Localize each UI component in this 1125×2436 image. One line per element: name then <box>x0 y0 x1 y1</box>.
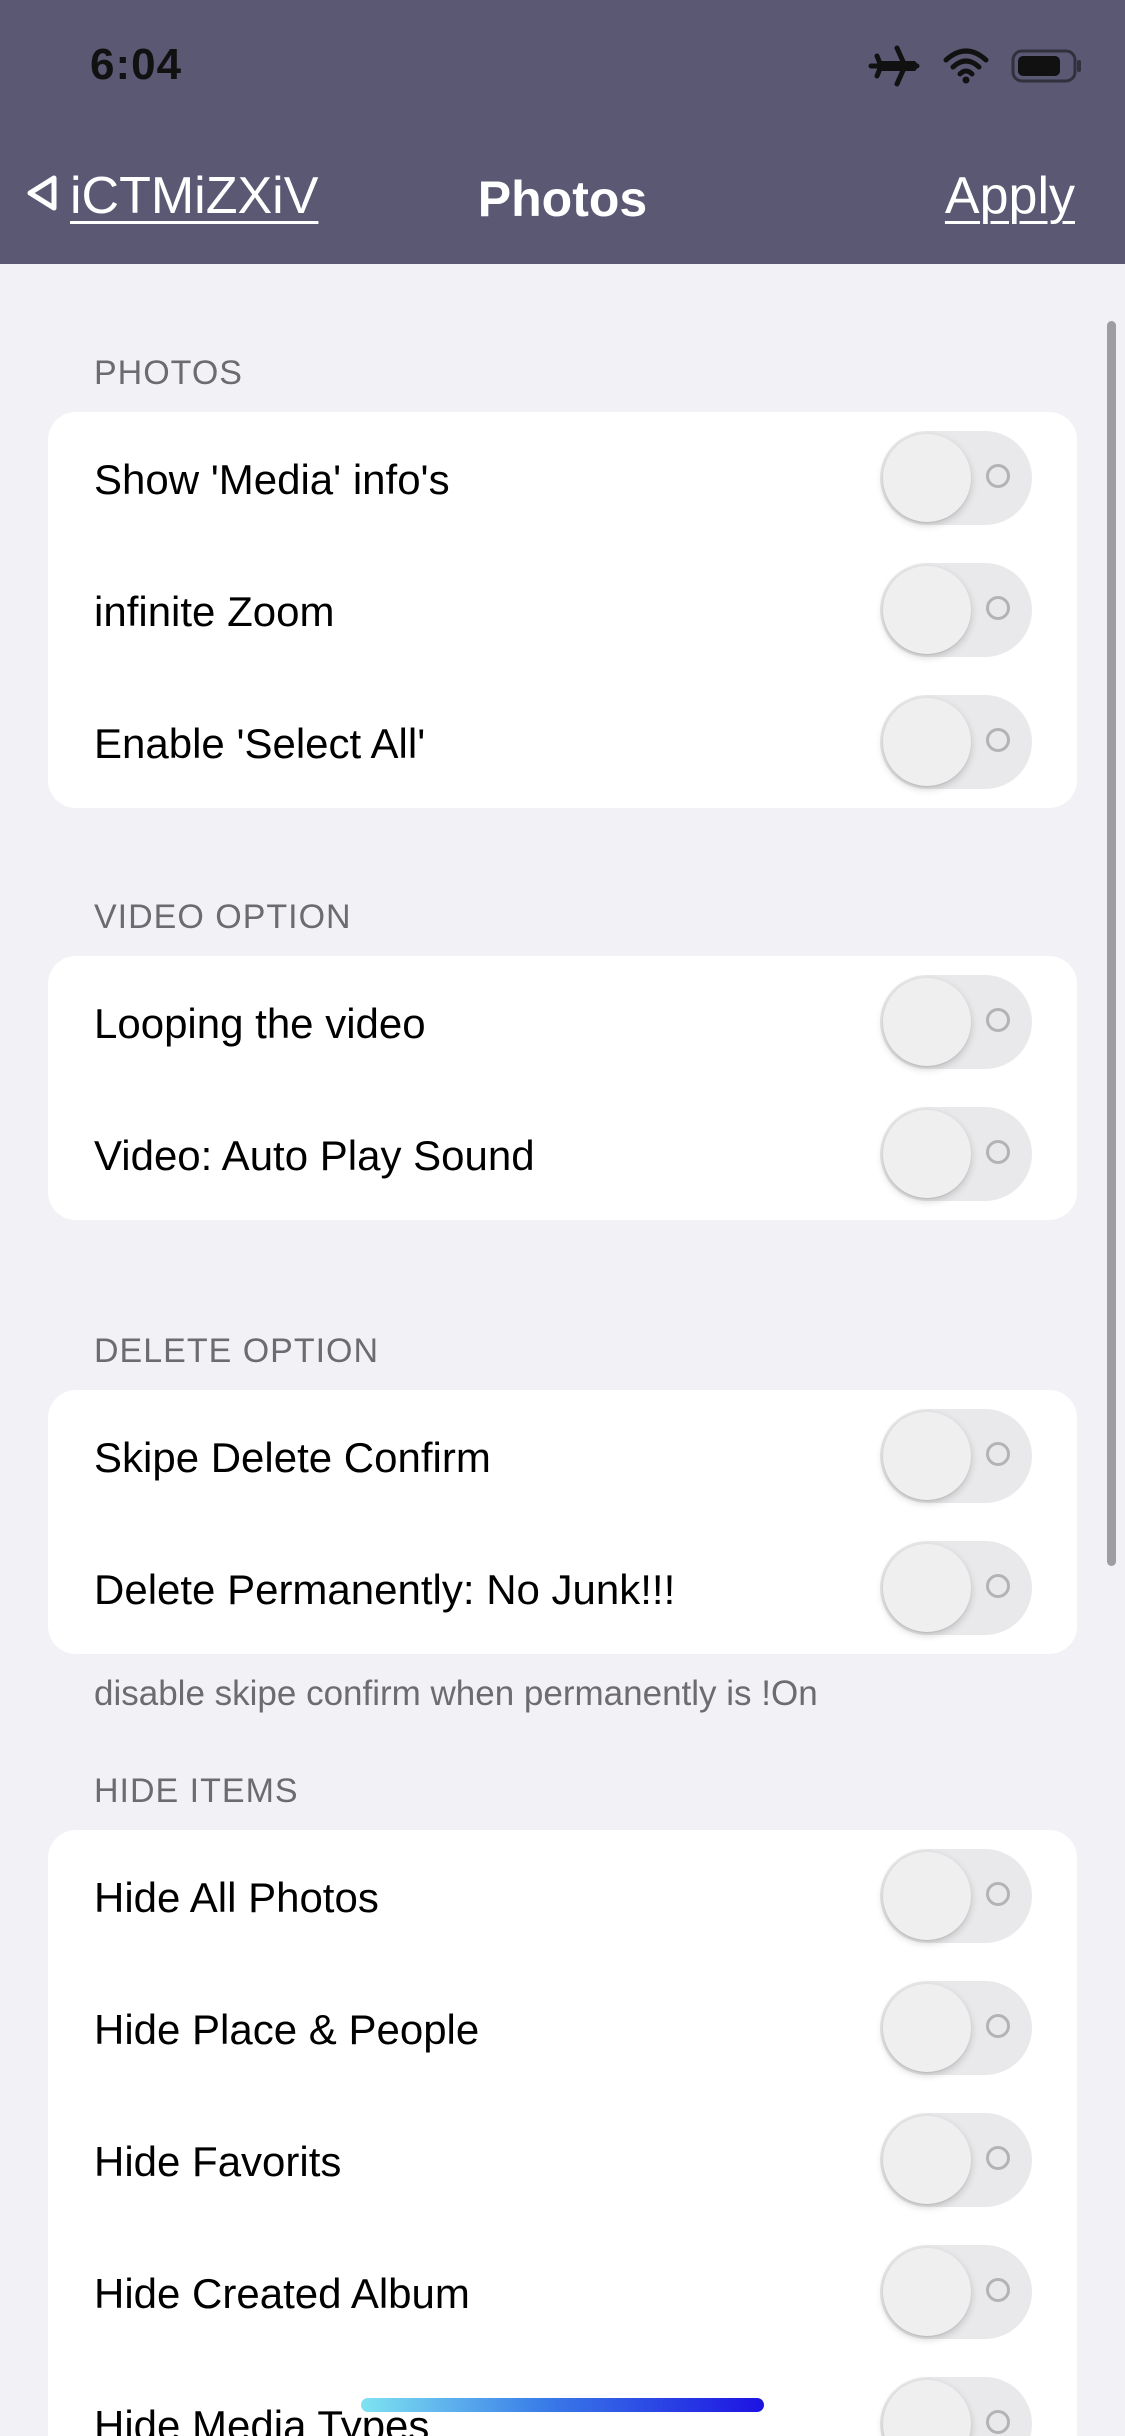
row-label: Hide All Photos <box>94 1874 379 1921</box>
group-delete-option: Skipe Delete Confirm Delete Permanently:… <box>48 1390 1077 1654</box>
section-header-delete-option: DELETE OPTION <box>94 1332 380 1370</box>
row-label: Video: Auto Play Sound <box>94 1132 535 1179</box>
show-media-info-toggle[interactable] <box>880 431 1032 525</box>
off-indicator-icon <box>986 728 1010 752</box>
delete-permanently-toggle[interactable] <box>880 1541 1032 1635</box>
row-label: Hide Place & People <box>94 2006 480 2053</box>
video-auto-play-sound-toggle[interactable] <box>880 1107 1032 1201</box>
off-indicator-icon <box>986 2278 1010 2302</box>
infinite-zoom-toggle[interactable] <box>880 563 1032 657</box>
row-hide-favorits[interactable]: Hide Favorits <box>48 2094 1077 2226</box>
status-time: 6:04 <box>90 40 183 89</box>
group-video-option: Looping the video Video: Auto Play Sound <box>48 956 1077 1220</box>
row-hide-created-album[interactable]: Hide Created Album <box>48 2226 1077 2358</box>
row-label: infinite Zoom <box>94 588 335 635</box>
toggle-knob <box>883 978 971 1066</box>
off-indicator-icon <box>986 1442 1010 1466</box>
toggle-knob <box>883 1984 971 2072</box>
section-header-photos: PHOTOS <box>94 354 243 392</box>
row-show-media-info[interactable]: Show 'Media' info's <box>48 412 1077 544</box>
row-hide-place-people[interactable]: Hide Place & People <box>48 1962 1077 2094</box>
toggle-knob <box>883 2380 971 2436</box>
group-photos: Show 'Media' info's infinite Zoom Enable… <box>48 412 1077 808</box>
toggle-knob <box>883 434 971 522</box>
scroll-indicator[interactable] <box>1107 321 1116 1566</box>
hide-created-album-toggle[interactable] <box>880 2245 1032 2339</box>
row-skipe-delete-confirm[interactable]: Skipe Delete Confirm <box>48 1390 1077 1522</box>
row-delete-permanently[interactable]: Delete Permanently: No Junk!!! <box>48 1522 1077 1654</box>
toggle-knob <box>883 566 971 654</box>
airplane-icon <box>867 44 921 93</box>
home-indicator[interactable] <box>361 2398 764 2412</box>
settings-list[interactable]: PHOTOS Show 'Media' info's infinite Zoom… <box>0 264 1125 2436</box>
hide-media-types-toggle[interactable] <box>880 2377 1032 2436</box>
section-header-hide-items: HIDE ITEMS <box>94 1772 299 1810</box>
toggle-knob <box>883 1852 971 1940</box>
row-label: Looping the video <box>94 1000 426 1047</box>
section-header-video-option: VIDEO OPTION <box>94 898 352 936</box>
group-hide-items: Hide All Photos Hide Place & People Hide… <box>48 1830 1077 2436</box>
apply-button[interactable]: Apply <box>945 166 1075 226</box>
off-indicator-icon <box>986 2014 1010 2038</box>
row-label: Hide Created Album <box>94 2270 470 2317</box>
hide-place-people-toggle[interactable] <box>880 1981 1032 2075</box>
navigation-bar: 6:04 iCTMiZXiV Photos Apply <box>0 0 1125 264</box>
battery-icon <box>1011 48 1083 89</box>
status-icons <box>867 44 1083 93</box>
row-looping-video[interactable]: Looping the video <box>48 956 1077 1088</box>
off-indicator-icon <box>986 1574 1010 1598</box>
hide-favorits-toggle[interactable] <box>880 2113 1032 2207</box>
row-label: Delete Permanently: No Junk!!! <box>94 1566 676 1613</box>
row-video-auto-play-sound[interactable]: Video: Auto Play Sound <box>48 1088 1077 1220</box>
toggle-knob <box>883 1110 971 1198</box>
off-indicator-icon <box>986 2410 1010 2434</box>
toggle-knob <box>883 1412 971 1500</box>
row-hide-all-photos[interactable]: Hide All Photos <box>48 1830 1077 1962</box>
toggle-knob <box>883 1544 971 1632</box>
enable-select-all-toggle[interactable] <box>880 695 1032 789</box>
row-label: Skipe Delete Confirm <box>94 1434 491 1481</box>
row-enable-select-all[interactable]: Enable 'Select All' <box>48 676 1077 808</box>
off-indicator-icon <box>986 2146 1010 2170</box>
wifi-icon <box>943 48 989 89</box>
off-indicator-icon <box>986 1008 1010 1032</box>
off-indicator-icon <box>986 464 1010 488</box>
row-label: Show 'Media' info's <box>94 456 450 503</box>
toggle-knob <box>883 2248 971 2336</box>
row-infinite-zoom[interactable]: infinite Zoom <box>48 544 1077 676</box>
toggle-knob <box>883 2116 971 2204</box>
skipe-delete-confirm-toggle[interactable] <box>880 1409 1032 1503</box>
toggle-knob <box>883 698 971 786</box>
row-label: Hide Favorits <box>94 2138 342 2185</box>
off-indicator-icon <box>986 1882 1010 1906</box>
looping-video-toggle[interactable] <box>880 975 1032 1069</box>
row-label: Enable 'Select All' <box>94 720 426 767</box>
row-hide-media-types[interactable]: Hide Media Types <box>48 2358 1077 2436</box>
off-indicator-icon <box>986 596 1010 620</box>
off-indicator-icon <box>986 1140 1010 1164</box>
section-footer-note: disable skipe confirm when permanently i… <box>94 1674 818 1713</box>
hide-all-photos-toggle[interactable] <box>880 1849 1032 1943</box>
